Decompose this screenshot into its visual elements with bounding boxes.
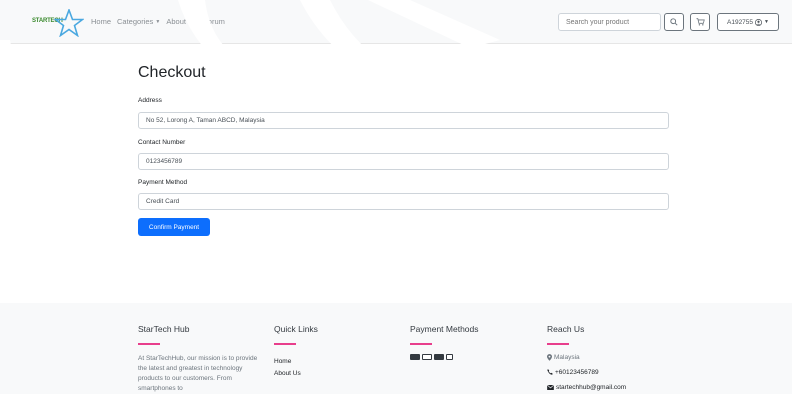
- footer-link-about-us[interactable]: About Us: [274, 366, 318, 381]
- nav-forum[interactable]: Forum: [203, 17, 225, 26]
- nav-about-us[interactable]: About Us: [166, 17, 197, 26]
- user-menu-button[interactable]: A192755 ▼: [717, 13, 779, 31]
- footer-location: Malaysia: [547, 354, 626, 361]
- footer-about-text: At StarTechHub, our mission is to provid…: [138, 354, 258, 392]
- navbar: STARTECH Home Categories ▼ About Us Foru…: [0, 0, 792, 44]
- nav-links: Home Categories ▼ About Us Forum: [91, 17, 225, 26]
- cart-icon: [696, 18, 705, 26]
- amex-icon: [434, 353, 444, 360]
- phone-text: +60123456789: [555, 368, 599, 376]
- map-marker-icon: [547, 353, 552, 361]
- user-circle-icon: [755, 18, 763, 26]
- footer-divider: [410, 343, 432, 345]
- footer-reach-us: Reach Us Malaysia +60123456789 startechh…: [547, 324, 626, 399]
- chevron-down-icon: ▼: [155, 19, 161, 26]
- footer-links-title: Quick Links: [274, 324, 318, 334]
- footer-payment-methods: Payment Methods: [410, 324, 479, 360]
- footer-divider: [547, 343, 569, 345]
- search-icon: [670, 18, 678, 26]
- footer-quick-links: Quick Links Home About Us: [274, 324, 318, 381]
- card-icon: [446, 353, 453, 360]
- mastercard-icon: [422, 353, 432, 360]
- cart-button[interactable]: [690, 13, 710, 31]
- chevron-down-icon: ▼: [764, 19, 769, 25]
- footer-reach-title: Reach Us: [547, 324, 585, 334]
- confirm-payment-button[interactable]: Confirm Payment: [138, 218, 210, 236]
- footer-about-title: StarTech Hub: [138, 324, 190, 334]
- envelope-icon: [547, 384, 554, 390]
- user-label: A192755: [727, 18, 754, 26]
- phone-icon: [547, 369, 553, 375]
- nav-categories[interactable]: Categories ▼: [117, 17, 160, 26]
- payment-method-label: Payment Method: [138, 179, 188, 186]
- email-text: startechhub@gmail.com: [556, 383, 627, 391]
- page-title: Checkout: [138, 64, 206, 81]
- payment-method-field[interactable]: Credit Card: [138, 193, 669, 210]
- footer: StarTech Hub At StarTechHub, our mission…: [0, 303, 792, 394]
- contact-number-field[interactable]: 0123456789: [138, 153, 669, 170]
- location-text: Malaysia: [554, 353, 580, 361]
- footer-phone: +60123456789: [547, 369, 626, 376]
- nav-categories-label: Categories: [117, 17, 154, 26]
- address-label: Address: [138, 97, 162, 104]
- startech-logo[interactable]: STARTECH: [32, 9, 84, 37]
- footer-about: StarTech Hub At StarTechHub, our mission…: [138, 324, 258, 394]
- search-button[interactable]: [664, 13, 684, 31]
- nav-home[interactable]: Home: [91, 17, 111, 26]
- star-logo-icon: [54, 9, 84, 37]
- address-field[interactable]: No 52, Lorong A, Taman ABCD, Malaysia: [138, 112, 669, 129]
- payment-icons: [410, 353, 479, 360]
- footer-payment-title: Payment Methods: [410, 324, 479, 334]
- contact-number-label: Contact Number: [138, 139, 186, 146]
- footer-divider: [138, 343, 160, 345]
- footer-email: startechhub@gmail.com: [547, 384, 626, 391]
- search-input[interactable]: [558, 13, 661, 31]
- footer-divider: [274, 343, 296, 345]
- visa-icon: [410, 353, 420, 360]
